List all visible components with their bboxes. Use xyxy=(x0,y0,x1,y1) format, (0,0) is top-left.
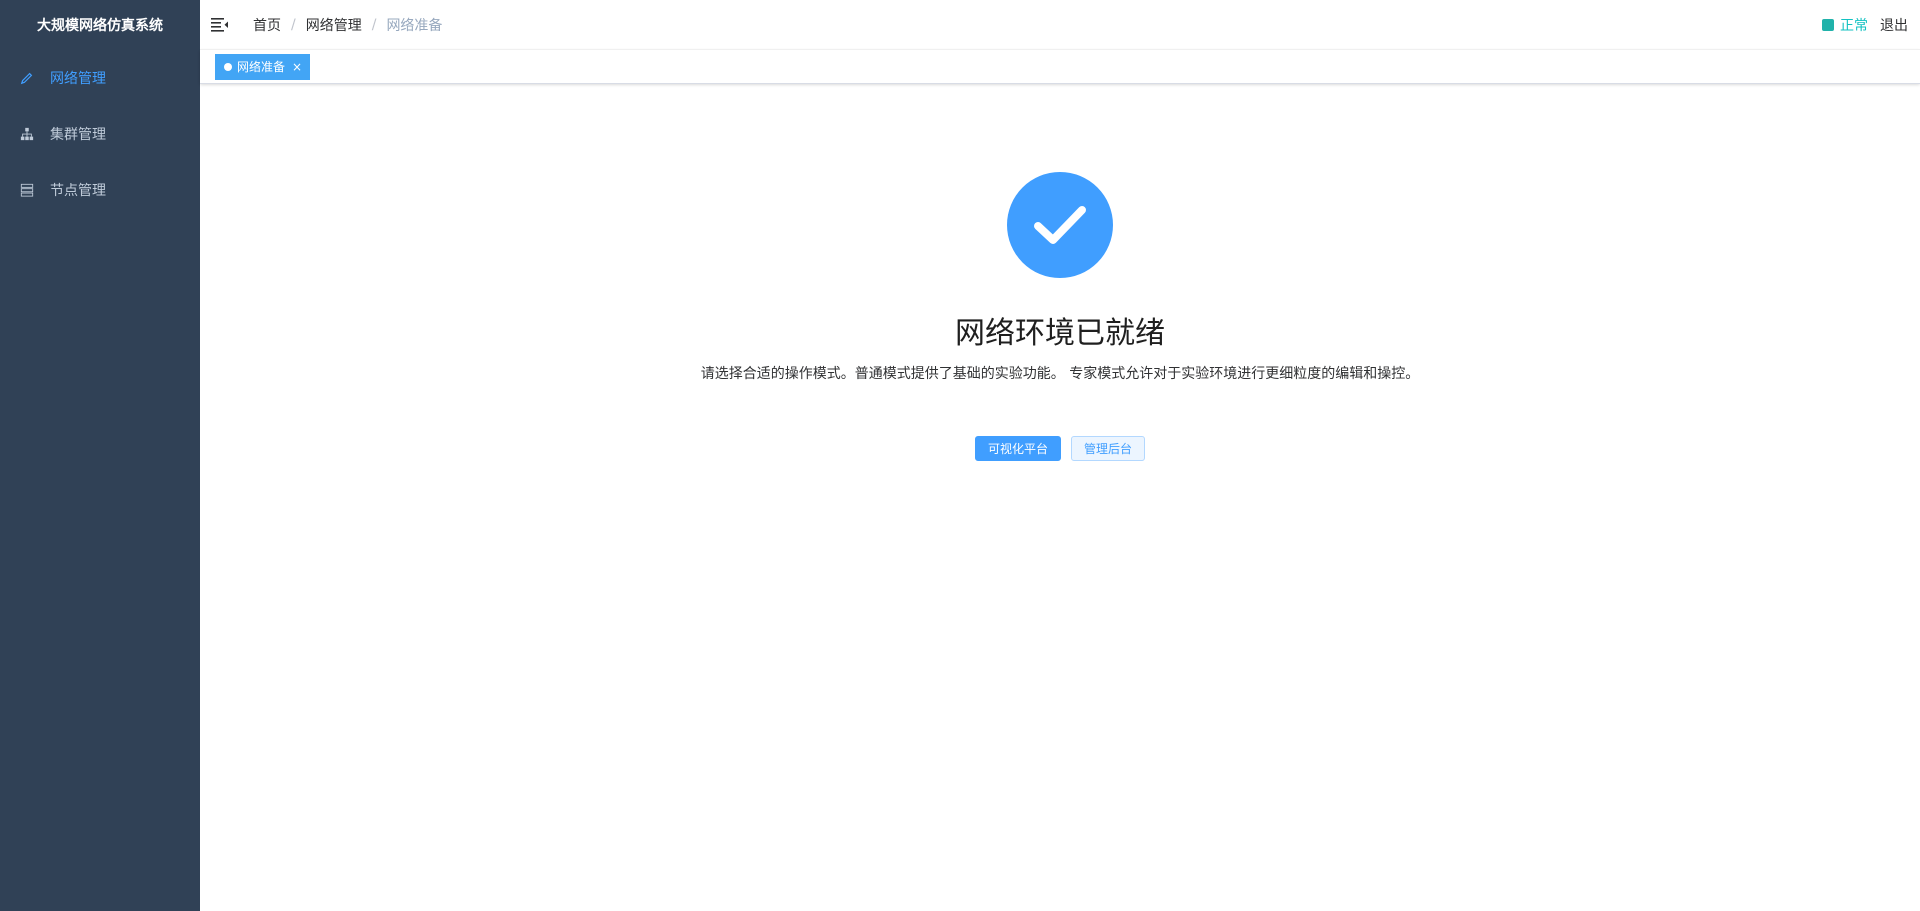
breadcrumb-separator: / xyxy=(371,16,377,33)
sidebar-item-cluster[interactable]: 集群管理 xyxy=(0,106,200,162)
breadcrumb-network-management[interactable]: 网络管理 xyxy=(306,15,362,35)
result-panel: 网络环境已就绪 请选择合适的操作模式。普通模式提供了基础的实验功能。 专家模式允… xyxy=(200,84,1920,461)
result-subtitle: 请选择合适的操作模式。普通模式提供了基础的实验功能。 专家模式允许对于实验环境进… xyxy=(700,366,1420,382)
result-actions: 可视化平台 管理后台 xyxy=(974,436,1146,461)
sidebar-item-network[interactable]: 网络管理 xyxy=(0,50,200,106)
tree-icon xyxy=(20,127,34,141)
status-label: 正常 xyxy=(1840,18,1868,34)
sidebar: 大规模网络仿真系统 网络管理 集群管理 节点管理 xyxy=(0,0,200,911)
right-menu: 正常 退出 xyxy=(1822,0,1908,50)
tags-view: 网络准备 × xyxy=(200,50,1920,84)
sidebar-item-node[interactable]: 节点管理 xyxy=(0,162,200,218)
server-icon xyxy=(20,183,34,197)
breadcrumb-current: 网络准备 xyxy=(386,17,443,34)
close-icon[interactable]: × xyxy=(291,61,303,73)
sidebar-item-label: 集群管理 xyxy=(50,127,106,143)
status-badge: 正常 xyxy=(1822,15,1868,35)
success-icon xyxy=(1007,172,1113,278)
breadcrumb-separator: / xyxy=(291,16,296,33)
menu-fold-icon xyxy=(211,17,228,32)
result-title: 网络环境已就绪 xyxy=(955,316,1165,351)
main-area: 首页 / 网络管理 / 网络准备 正常 退出 网络准备 × 网络环境已就绪 请选… xyxy=(200,0,1920,911)
content-area: 网络环境已就绪 请选择合适的操作模式。普通模式提供了基础的实验功能。 专家模式允… xyxy=(200,84,1920,911)
logout-button[interactable]: 退出 xyxy=(1880,15,1908,35)
visualization-platform-button[interactable]: 可视化平台 xyxy=(974,436,1061,461)
hamburger-button[interactable] xyxy=(195,0,245,50)
status-indicator-icon xyxy=(1822,19,1834,31)
tag-label: 网络准备 xyxy=(237,60,286,74)
breadcrumb-home[interactable]: 首页 xyxy=(253,15,281,35)
tag-network-prepare[interactable]: 网络准备 × xyxy=(215,53,311,80)
pencil-icon xyxy=(20,71,34,85)
admin-backend-button[interactable]: 管理后台 xyxy=(1071,436,1146,461)
sidebar-item-label: 网络管理 xyxy=(50,71,106,87)
app: 大规模网络仿真系统 网络管理 集群管理 节点管理 首页 / 网络管理 / 网络准… xyxy=(0,0,1920,911)
sidebar-item-label: 节点管理 xyxy=(50,183,106,199)
navbar: 首页 / 网络管理 / 网络准备 正常 退出 xyxy=(200,0,1920,50)
breadcrumb: 首页 / 网络管理 / 网络准备 xyxy=(253,15,442,35)
app-title: 大规模网络仿真系统 xyxy=(37,18,163,34)
dot-icon xyxy=(224,62,232,71)
